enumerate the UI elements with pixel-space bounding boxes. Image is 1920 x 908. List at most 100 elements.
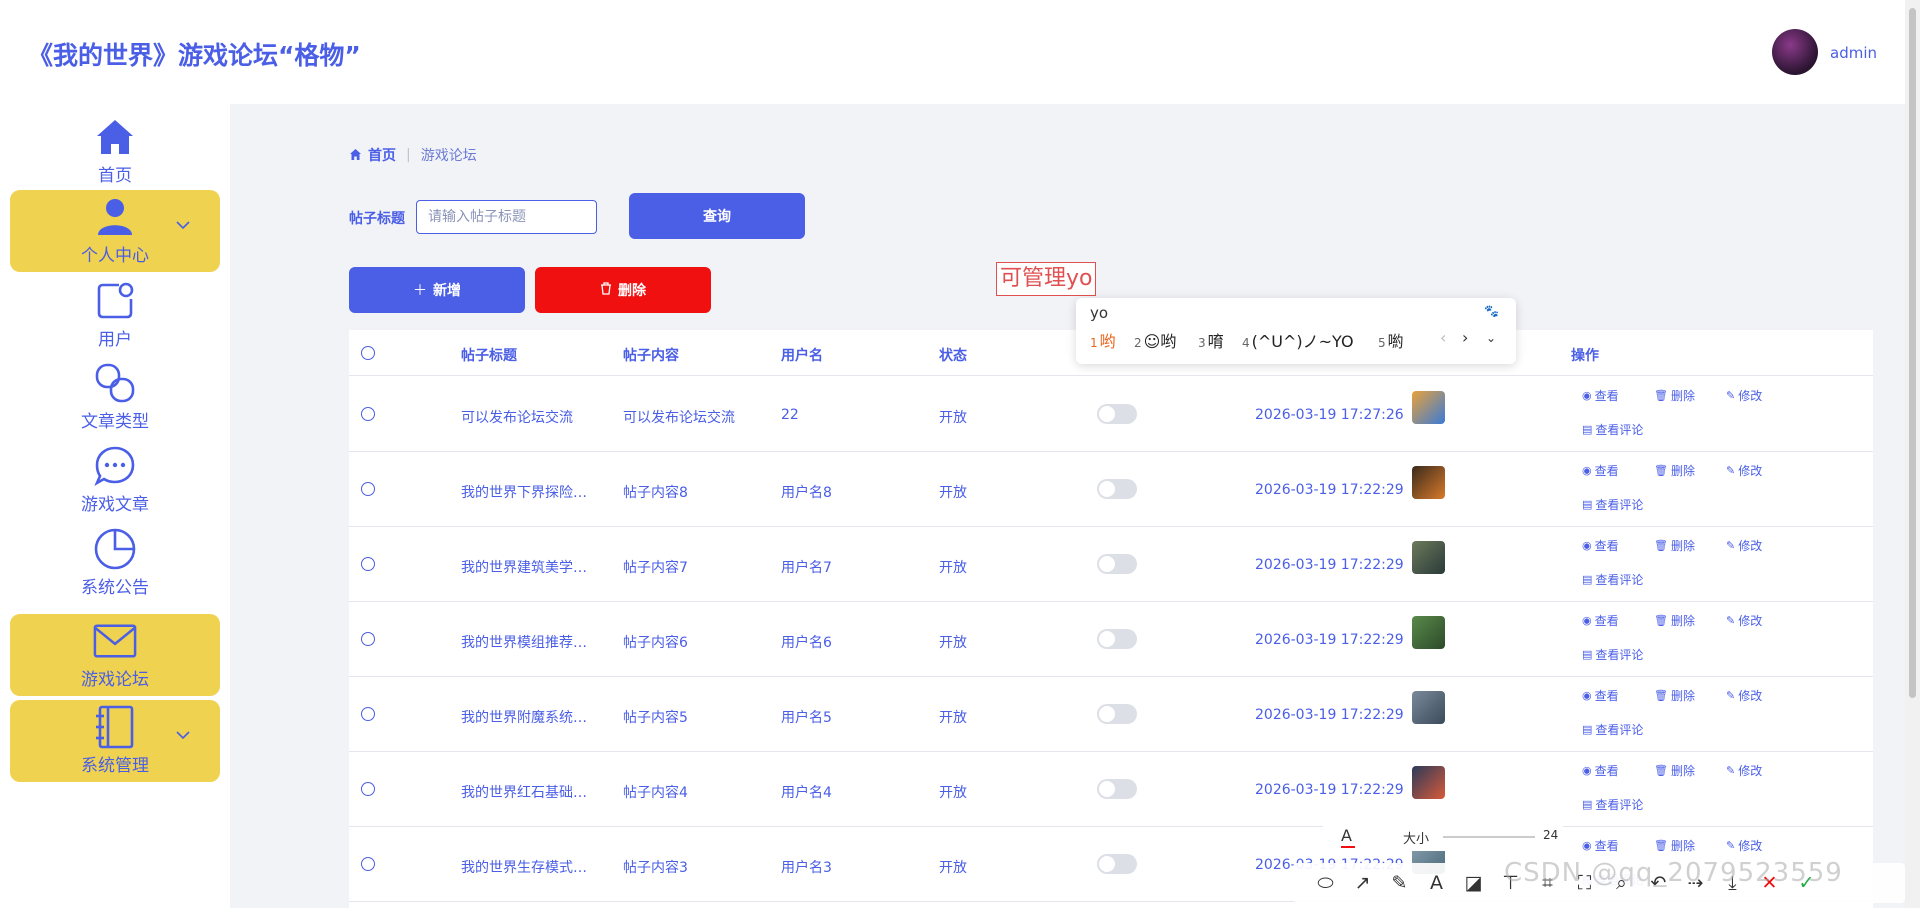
admin-username[interactable]: admin (1830, 44, 1877, 62)
ime-skin-icon[interactable]: 🐾 (1484, 304, 1499, 318)
status-toggle[interactable] (1097, 479, 1137, 499)
status-toggle[interactable] (1097, 554, 1137, 574)
post-thumbnail[interactable] (1412, 466, 1445, 499)
view-comments-button[interactable]: ▤查看评论 (1582, 421, 1643, 438)
size-slider[interactable] (1443, 836, 1535, 838)
avatar[interactable] (1772, 29, 1818, 75)
add-button[interactable]: ＋ 新增 (349, 267, 525, 313)
status-toggle[interactable] (1097, 854, 1137, 874)
status-toggle[interactable] (1097, 779, 1137, 799)
cell-content: 帖子内容4 (623, 785, 688, 801)
view-button[interactable]: ◉ 查看 (1582, 837, 1619, 854)
view-comments-button[interactable]: ▤查看评论 (1582, 496, 1643, 513)
row-select-radio[interactable] (361, 407, 375, 421)
edit-button[interactable]: ✎ 修改 (1726, 387, 1762, 404)
row-delete-button[interactable]: 🗑 删除 (1654, 387, 1695, 404)
header-content[interactable]: 帖子内容 (623, 345, 679, 365)
edit-button[interactable]: ✎ 修改 (1726, 537, 1762, 554)
edit-button[interactable]: ✎ 修改 (1726, 612, 1762, 629)
post-thumbnail[interactable] (1412, 691, 1445, 724)
row-delete-button[interactable]: 🗑 删除 (1654, 687, 1695, 704)
chevron-left-icon[interactable]: ‹ (1440, 328, 1446, 347)
pen-icon[interactable]: ✎ (1381, 872, 1418, 894)
size-value: 24 (1543, 828, 1559, 842)
edit-icon: ✎ (1726, 839, 1736, 852)
row-delete-button[interactable]: 🗑 删除 (1654, 462, 1695, 479)
search-input[interactable] (416, 200, 597, 234)
text-color-icon[interactable]: A (1341, 826, 1355, 848)
ime-candidate[interactable]: 2 ☺哟 (1134, 328, 1176, 352)
table-row[interactable]: 我的世界模组推荐… 帖子内容6 用户名6 开放 2026-03-19 17:22:29 ◉… (349, 602, 1873, 677)
chevron-down-icon[interactable]: ⌄ (1486, 331, 1496, 345)
header-username[interactable]: 用户名 (781, 345, 823, 365)
row-delete-button[interactable]: 🗑 删除 (1654, 762, 1695, 779)
row-select-radio[interactable] (361, 557, 375, 571)
view-button[interactable]: ◉ 查看 (1582, 387, 1619, 404)
sidebar-item-label: 游戏文章 (81, 495, 149, 515)
trash-icon: 🗑 (1654, 464, 1668, 477)
view-comments-button[interactable]: ▤查看评论 (1582, 571, 1643, 588)
page-scrollbar-thumb[interactable] (1909, 8, 1916, 698)
table-row[interactable]: 我的世界建筑美学… 帖子内容7 用户名7 开放 2026-03-19 17:22:29 ◉… (349, 527, 1873, 602)
post-thumbnail[interactable] (1412, 541, 1445, 574)
table-row[interactable]: 可以发布论坛交流 可以发布论坛交流 22 开放 2026-03-19 17:27:26 ◉… (349, 377, 1873, 452)
sidebar-item-system-management[interactable]: 系统管理 (10, 700, 220, 782)
row-select-radio[interactable] (361, 632, 375, 646)
view-button[interactable]: ◉ 查看 (1582, 612, 1619, 629)
row-select-radio[interactable] (361, 782, 375, 796)
sidebar-item-game-forum[interactable]: 游戏论坛 (10, 614, 220, 696)
header-status[interactable]: 状态 (939, 345, 967, 365)
cell-time: 2026-03-19 17:22:29 (1255, 632, 1404, 648)
chevron-right-icon[interactable]: › (1462, 328, 1468, 347)
cell-status: 开放 (939, 785, 967, 801)
post-thumbnail[interactable] (1412, 391, 1445, 424)
cell-content: 帖子内容6 (623, 635, 688, 651)
ime-candidate[interactable]: 5喲 (1378, 328, 1404, 352)
select-all-radio[interactable] (361, 346, 375, 360)
sidebar-item-game-articles[interactable]: 游戏文章 (10, 439, 220, 521)
view-comments-button[interactable]: ▤查看评论 (1582, 796, 1643, 813)
view-comments-button[interactable]: ▤查看评论 (1582, 646, 1643, 663)
shape-icon[interactable]: ⬭ (1307, 872, 1344, 894)
query-button[interactable]: 查询 (629, 193, 805, 239)
table-row[interactable]: 我的世界附魔系统… 帖子内容5 用户名5 开放 2026-03-19 17:22:29 ◉… (349, 677, 1873, 752)
row-delete-button[interactable]: 🗑 删除 (1654, 537, 1695, 554)
table-row[interactable]: 我的世界红石基础… 帖子内容4 用户名4 开放 2026-03-19 17:22:29 ◉… (349, 752, 1873, 827)
view-button[interactable]: ◉ 查看 (1582, 462, 1619, 479)
edit-button[interactable]: ✎ 修改 (1726, 687, 1762, 704)
ime-candidate[interactable]: 4 (^U^)ノ~YO (1242, 328, 1354, 352)
sidebar-item-profile[interactable]: 个人中心 (10, 190, 220, 272)
header-title[interactable]: 帖子标题 (461, 345, 517, 365)
mosaic-icon[interactable]: ◪ (1455, 872, 1492, 894)
row-select-radio[interactable] (361, 482, 375, 496)
ime-candidate[interactable]: 3唷 (1198, 328, 1224, 352)
view-button[interactable]: ◉ 查看 (1582, 762, 1619, 779)
status-toggle[interactable] (1097, 404, 1137, 424)
text-tool-icon[interactable]: A (1418, 872, 1455, 894)
edit-button[interactable]: ✎ 修改 (1726, 462, 1762, 479)
breadcrumb-current: 游戏论坛 (420, 148, 477, 164)
table-row[interactable]: 我的世界下界探险… 帖子内容8 用户名8 开放 2026-03-19 17:22:29 ◉… (349, 452, 1873, 527)
cell-status: 开放 (939, 410, 967, 426)
status-toggle[interactable] (1097, 704, 1137, 724)
post-thumbnail[interactable] (1412, 616, 1445, 649)
delete-button[interactable]: 删除 (535, 267, 711, 313)
sidebar-item-announcements[interactable]: 系统公告 (10, 522, 220, 604)
row-select-radio[interactable] (361, 707, 375, 721)
sidebar-item-home[interactable]: 首页 (10, 110, 220, 192)
ime-candidate[interactable]: 1哟 (1090, 328, 1116, 352)
edit-button[interactable]: ✎ 修改 (1726, 837, 1762, 854)
arrow-icon[interactable]: ↗ (1344, 872, 1381, 894)
sidebar-item-article-types[interactable]: 文章类型 (10, 356, 220, 438)
status-toggle[interactable] (1097, 629, 1137, 649)
row-select-radio[interactable] (361, 857, 375, 871)
row-delete-button[interactable]: 🗑 删除 (1654, 612, 1695, 629)
view-button[interactable]: ◉ 查看 (1582, 537, 1619, 554)
row-delete-button[interactable]: 🗑 删除 (1654, 837, 1695, 854)
edit-button[interactable]: ✎ 修改 (1726, 762, 1762, 779)
breadcrumb-home[interactable]: 首页 (368, 145, 396, 165)
sidebar-item-users[interactable]: 用户 (10, 274, 220, 356)
view-button[interactable]: ◉ 查看 (1582, 687, 1619, 704)
post-thumbnail[interactable] (1412, 766, 1445, 799)
view-comments-button[interactable]: ▤查看评论 (1582, 721, 1643, 738)
